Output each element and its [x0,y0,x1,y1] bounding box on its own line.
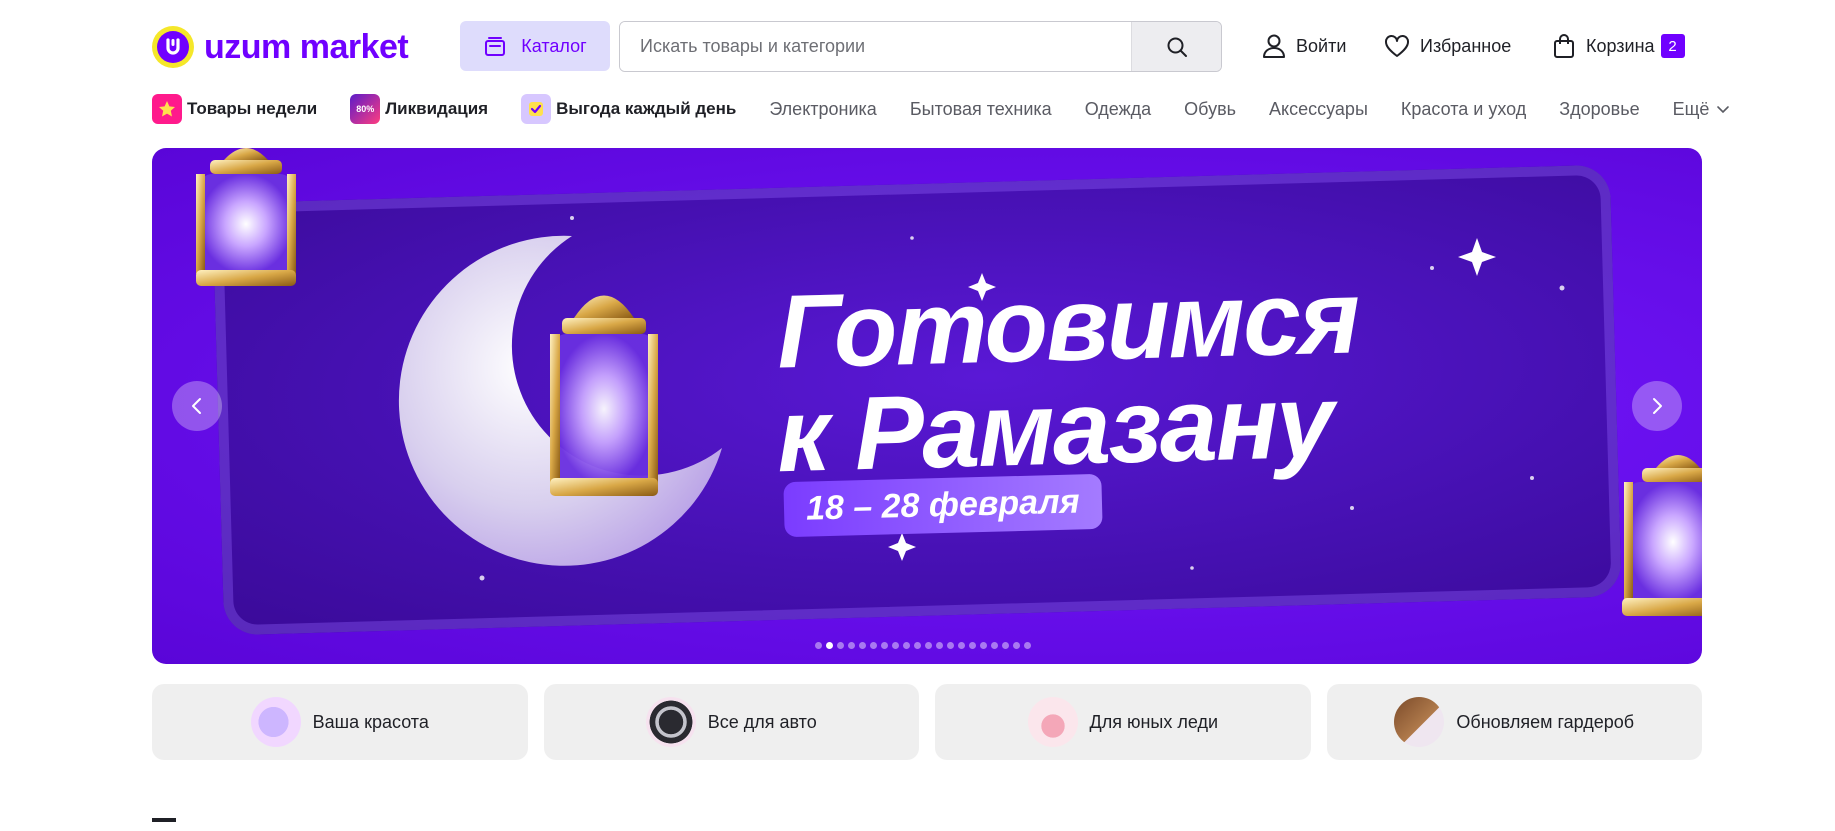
pagination-dot[interactable] [991,642,998,649]
nav-item-label: Ликвидация [385,99,489,118]
cart-label: Корзина [1586,35,1655,56]
star-icon [152,94,182,124]
logo-text: uzum market [204,27,409,66]
promo-label: Для юных леди [1089,711,1219,732]
login-button[interactable]: Войти [1262,30,1346,62]
check-badge-icon [521,94,552,124]
promo-auto[interactable]: Все для авто [543,684,919,760]
nav-item-daily-profit[interactable]: Выгода каждый день [521,94,736,124]
shopping-bag-icon [1554,34,1574,58]
nav-item-clothing[interactable]: Одежда [1085,99,1151,120]
chevron-down-icon [1717,106,1730,114]
pagination-dot[interactable] [1002,642,1009,649]
heart-icon [1385,35,1409,57]
banner-prev-button[interactable] [172,381,222,431]
pagination-dot[interactable] [892,642,899,649]
pagination-dot[interactable] [914,642,921,649]
search-icon [1167,37,1187,57]
search-bar [619,21,1222,72]
promo-links: Ваша красота Все для авто Для юных леди … [152,684,1702,760]
search-button[interactable] [1131,22,1221,71]
pagination-dot[interactable] [848,642,855,649]
banner-pagination [815,642,1031,649]
pagination-dot[interactable] [903,642,910,649]
chevron-right-icon [1653,398,1662,414]
pagination-dot[interactable] [980,642,987,649]
pagination-dot[interactable] [936,642,943,649]
pagination-dot[interactable] [837,642,844,649]
pagination-dot[interactable] [925,642,932,649]
coat-icon [1394,697,1445,747]
catalog-button[interactable]: Каталог [460,21,610,71]
favorites-label: Избранное [1420,35,1512,56]
pagination-dot[interactable] [1013,642,1020,649]
pagination-dot[interactable] [958,642,965,649]
nav-item-label: Выгода каждый день [556,99,737,118]
login-label: Войти [1296,35,1347,56]
promo-banner[interactable]: Готовимся к Рамазану 18 – 28 февраля [152,148,1702,664]
nav-item-label: Товары недели [187,99,318,118]
nav-item-week-deals[interactable]: Товары недели [152,94,317,124]
chevron-left-icon [192,398,201,414]
cart-button[interactable]: Корзина 2 [1552,30,1685,62]
cart-count-badge: 2 [1660,34,1685,58]
promo-young-ladies[interactable]: Для юных леди [935,684,1311,760]
nav-more-button[interactable]: Ещё [1673,99,1732,120]
user-icon [1263,34,1285,58]
pagination-dot[interactable] [859,642,866,649]
nav-item-beauty[interactable]: Красота и уход [1401,99,1526,120]
logo-badge-icon [152,26,194,68]
pagination-dot[interactable] [815,642,822,649]
catalog-icon [485,37,506,56]
nav-item-accessories[interactable]: Аксессуары [1269,99,1368,120]
pagination-dot[interactable] [870,642,877,649]
catalog-label: Каталог [521,35,587,56]
logo[interactable]: uzum market [152,26,409,68]
nav-item-appliances[interactable]: Бытовая техника [910,99,1052,120]
section-heading-fragment [152,818,176,822]
promo-wardrobe[interactable]: Обновляем гардероб [1326,684,1702,760]
pagination-dot[interactable] [881,642,888,649]
banner-next-button[interactable] [1632,381,1682,431]
nav-item-liquidation[interactable]: 80% Ликвидация [350,94,488,124]
banner-dates-badge: 18 – 28 февраля [783,473,1103,538]
pagination-dot[interactable] [826,642,833,649]
search-input[interactable] [620,22,1131,71]
promo-beauty[interactable]: Ваша красота [152,684,528,760]
nav-item-shoes[interactable]: Обувь [1184,99,1236,120]
header: uzum market Каталог Войти Избранное Корз… [152,20,1702,74]
dress-icon [1027,697,1078,747]
car-wheel-icon [645,697,696,747]
nav-item-electronics[interactable]: Электроника [769,99,876,120]
category-nav: Товары недели 80% Ликвидация Выгода кажд… [152,92,1730,126]
nav-more-label: Ещё [1672,98,1710,119]
promo-label: Ваша красота [312,711,429,732]
promo-label: Все для авто [707,711,817,732]
promo-label: Обновляем гардероб [1456,711,1635,732]
pagination-dot[interactable] [969,642,976,649]
sale-80-icon: 80% [350,94,381,124]
pagination-dot[interactable] [947,642,954,649]
favorites-button[interactable]: Избранное [1384,30,1511,62]
pagination-dot[interactable] [1024,642,1031,649]
nav-item-health[interactable]: Здоровье [1559,99,1639,120]
mirror-cosmetics-icon [250,697,301,747]
